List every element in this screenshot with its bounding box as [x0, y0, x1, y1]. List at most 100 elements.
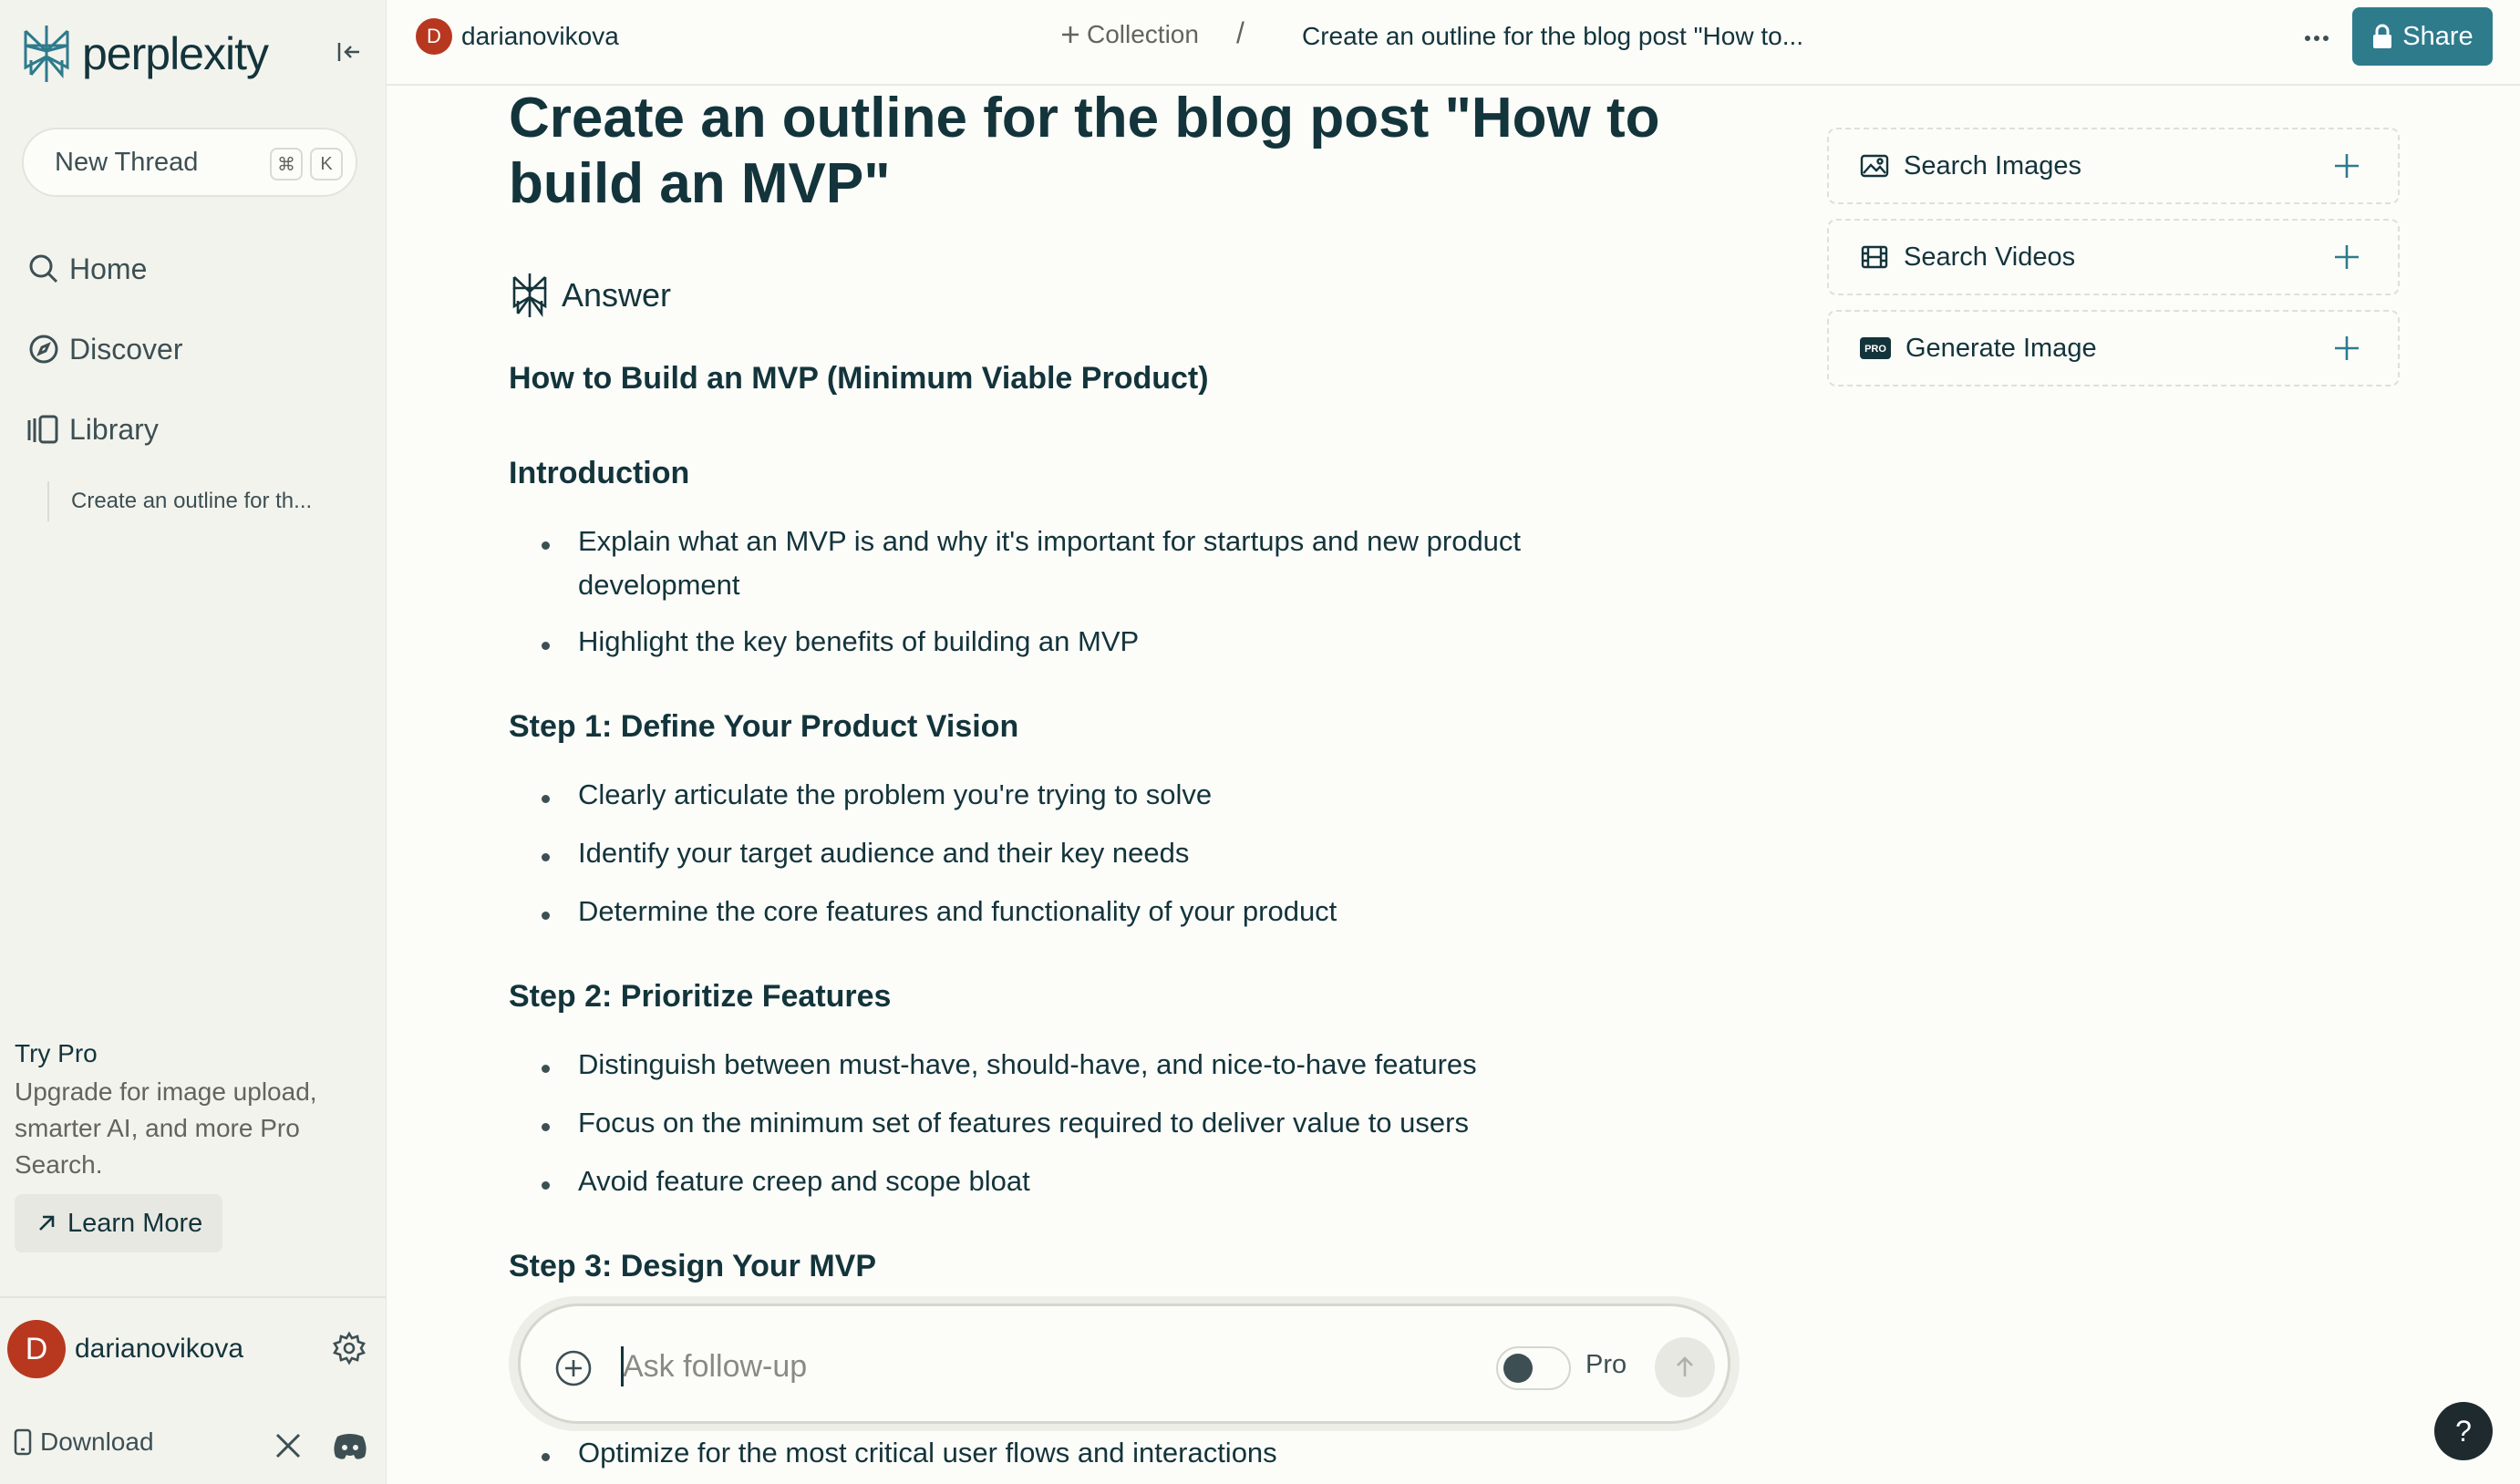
followup-box: Pro — [518, 1304, 1730, 1424]
section-heading: Step 3: Design Your MVP — [509, 1249, 877, 1283]
plus-icon[interactable] — [2332, 151, 2361, 180]
sidebar-item-home[interactable]: Home — [26, 246, 147, 292]
logo-text: perplexity — [82, 28, 269, 79]
toggle-knob — [1503, 1354, 1533, 1383]
pro-label: Pro — [1585, 1350, 1627, 1379]
section-heading: Step 1: Define Your Product Vision — [509, 709, 1019, 744]
section-heading: Step 2: Prioritize Features — [509, 979, 892, 1014]
library-icon — [27, 415, 58, 444]
list-item: Highlight the key benefits of building a… — [578, 625, 1140, 657]
download-label: Download — [40, 1427, 154, 1456]
try-pro-panel: Try Pro Upgrade for image upload, smarte… — [15, 1039, 370, 1183]
add-to-collection-button[interactable]: Collection — [1059, 20, 1199, 49]
list-item: Explain what an MVP is and why it's impo… — [578, 525, 1522, 601]
plus-circle-icon — [555, 1350, 592, 1386]
breadcrumb-separator: / — [1236, 16, 1245, 49]
generate-image-label: Generate Image — [1905, 333, 2097, 363]
pro-badge-icon: PRO — [1860, 337, 1891, 359]
share-button[interactable]: Share — [2352, 7, 2493, 66]
collection-label: Collection — [1087, 20, 1199, 48]
answer-label: Answer — [562, 276, 672, 314]
lock-icon — [2373, 24, 2392, 48]
collapse-icon — [337, 43, 359, 61]
collapse-sidebar-button[interactable] — [334, 36, 365, 67]
bullet-dot — [542, 1181, 550, 1190]
learn-more-label: Learn More — [67, 1208, 203, 1238]
download-button[interactable]: Download — [13, 1427, 154, 1457]
try-pro-description: Upgrade for image upload, smarter AI, an… — [15, 1077, 317, 1179]
image-icon — [1860, 154, 1889, 178]
generate-image-card[interactable]: PRO Generate Image — [1827, 310, 2400, 386]
arrow-up-right-icon — [39, 1215, 55, 1231]
bullet-dot — [542, 1065, 550, 1073]
bullet-dot — [542, 541, 550, 550]
pro-badge-text: PRO — [1864, 344, 1886, 355]
try-pro-title: Try Pro — [15, 1039, 98, 1067]
search-icon — [29, 254, 58, 283]
bullet-dot — [542, 912, 550, 920]
plus-icon — [1062, 26, 1079, 43]
new-thread-button[interactable]: New Thread ⌘ K — [22, 128, 357, 197]
settings-button[interactable] — [332, 1331, 367, 1365]
sidebar: perplexity New Thread ⌘ K Home Discover … — [0, 0, 387, 1484]
sidebar-divider — [0, 1296, 387, 1298]
list-item: Clearly articulate the problem you're tr… — [578, 778, 1213, 810]
search-videos-card[interactable]: Search Videos — [1827, 219, 2400, 295]
followup-input[interactable] — [623, 1341, 1425, 1392]
sidebar-item-discover[interactable]: Discover — [26, 326, 182, 372]
arrow-up-icon — [1677, 1356, 1693, 1376]
bullet-dot — [542, 795, 550, 803]
logo[interactable]: perplexity — [20, 24, 269, 84]
sidebar-item-label: Home — [69, 252, 148, 285]
thread-title: Create an outline for the blog post "How… — [1302, 22, 1804, 50]
avatar: D — [7, 1320, 66, 1378]
list-item: Avoid feature creep and scope bloat — [578, 1165, 1030, 1197]
sidebar-item-label: Library — [69, 412, 159, 446]
more-icon — [2305, 36, 2329, 41]
sidebar-item-label: Discover — [69, 332, 183, 366]
answer-header: Answer — [509, 272, 671, 319]
kbd-cmd: ⌘ — [270, 148, 303, 180]
sidebar-item-library[interactable]: Library — [26, 407, 159, 452]
phone-icon — [14, 1428, 32, 1456]
perplexity-logo-icon — [24, 26, 69, 82]
discord-icon[interactable] — [332, 1429, 368, 1462]
film-icon — [1861, 245, 1888, 269]
list-item: Identify your target audience and their … — [578, 837, 1190, 869]
search-images-card[interactable]: Search Images — [1827, 128, 2400, 204]
top-header: D darianovikova Collection / Create an o… — [387, 0, 2520, 86]
list-item: Optimize for the most critical user flow… — [578, 1437, 1277, 1469]
answer-heading: How to Build an MVP (Minimum Viable Prod… — [509, 361, 1209, 396]
user-name: darianovikova — [75, 1334, 244, 1364]
more-options-button[interactable] — [2294, 20, 2339, 57]
plus-icon[interactable] — [2332, 242, 2361, 272]
text-caret — [621, 1346, 624, 1386]
list-item: Focus on the minimum set of features req… — [578, 1107, 1469, 1139]
followup-container: Pro — [509, 1296, 1740, 1431]
avatar: D — [416, 18, 452, 55]
compass-icon — [29, 335, 58, 364]
perplexity-answer-icon — [512, 273, 547, 318]
bullet-dot — [542, 1453, 550, 1461]
search-images-label: Search Images — [1904, 150, 2082, 180]
question-title: Create an outline for the blog post "How… — [509, 87, 1660, 215]
library-thread-item[interactable]: Create an outline for th... — [47, 481, 312, 521]
sidebar-user[interactable]: D darianovikova — [7, 1320, 243, 1378]
list-item: Determine the core features and function… — [578, 895, 1337, 927]
search-videos-label: Search Videos — [1904, 242, 2076, 272]
bullet-dot — [542, 642, 550, 650]
header-user[interactable]: D darianovikova — [416, 18, 619, 55]
plus-icon[interactable] — [2332, 334, 2361, 363]
library-thread-label: Create an outline for th... — [71, 489, 313, 513]
learn-more-button[interactable]: Learn More — [15, 1194, 222, 1252]
section-heading: Introduction — [509, 456, 690, 490]
attach-button[interactable] — [553, 1348, 594, 1388]
kbd-k: K — [310, 148, 343, 180]
new-thread-label: New Thread — [55, 147, 199, 177]
x-social-icon[interactable] — [272, 1429, 305, 1462]
list-item: Distinguish between must-have, should-ha… — [578, 1048, 1477, 1080]
pro-toggle[interactable] — [1496, 1346, 1571, 1390]
send-button[interactable] — [1655, 1337, 1715, 1397]
help-button[interactable]: ? — [2434, 1402, 2493, 1460]
share-label: Share — [2402, 21, 2474, 51]
